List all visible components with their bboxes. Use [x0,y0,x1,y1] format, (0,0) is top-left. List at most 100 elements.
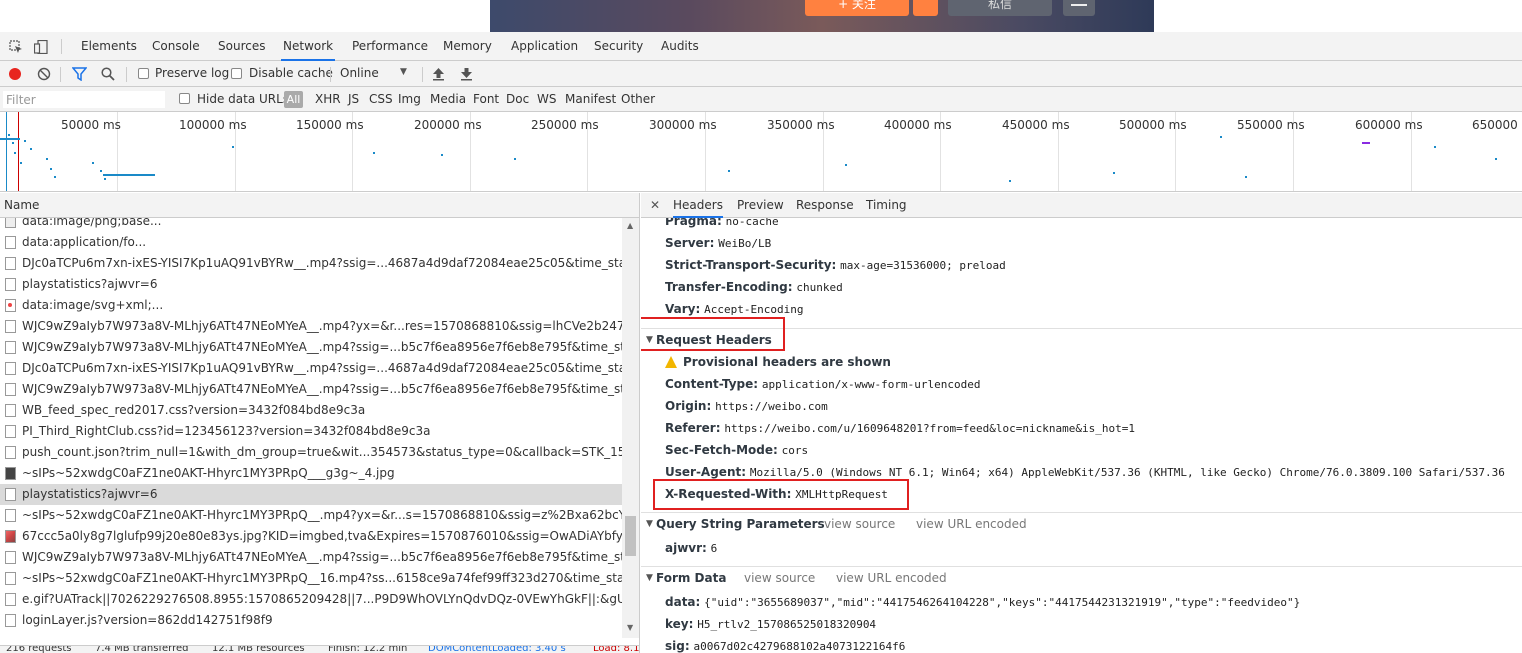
message-button[interactable]: 私信 [948,0,1052,16]
timeline-request-mark [1495,158,1497,160]
chevron-down-icon: ▼ [400,67,407,77]
name-column-header[interactable]: Name [0,193,639,218]
clear-icon[interactable] [37,67,51,81]
form-data-section[interactable]: ▼ Form Data view source view URL encoded [641,566,1522,588]
scroll-up-icon[interactable]: ▲ [627,221,633,230]
request-row[interactable]: WJC9wZ9aIyb7W973a8V-MLhjy6ATt47NEoMYeA__… [0,379,622,400]
preserve-log-checkbox[interactable] [138,68,149,79]
request-row[interactable]: playstatistics?ajwvr=6 [0,484,622,505]
detail-tab-preview[interactable]: Preview [737,193,784,218]
disable-cache-label: Disable cache [249,66,333,80]
form-view-source-link[interactable]: view source [744,567,815,589]
request-name: playstatistics?ajwvr=6 [22,487,158,501]
record-icon[interactable] [8,67,22,81]
close-icon[interactable]: ✕ [650,198,660,212]
type-filter-other[interactable]: Other [621,92,655,106]
type-filter-ws[interactable]: WS [537,92,556,106]
request-row[interactable]: data:application/fo... [0,232,622,253]
timeline-request-mark [46,158,48,160]
request-row[interactable]: DJc0aTCPu6m7xn-ixES-YISI7Kp1uAQ91vBYRw__… [0,358,622,379]
import-har-icon[interactable] [432,67,445,81]
request-row[interactable]: ~sIPs~52xwdgC0aFZ1ne0AKT-Hhyrc1MY3PRpQ__… [0,505,622,526]
request-row[interactable]: WJC9wZ9aIyb7W973a8V-MLhjy6ATt47NEoMYeA__… [0,316,622,337]
file-icon [5,278,16,291]
type-filter-manifest[interactable]: Manifest [565,92,616,106]
type-filter-doc[interactable]: Doc [506,92,529,106]
tab-memory[interactable]: Memory [441,32,494,61]
form-view-url-encoded-link[interactable]: view URL encoded [836,567,947,589]
request-count: 216 requests [6,645,72,653]
tab-security[interactable]: Security [592,32,645,61]
query-string-section[interactable]: ▼ Query String Parameters view source vi… [641,512,1522,534]
type-filter-media[interactable]: Media [430,92,466,106]
tab-performance[interactable]: Performance [350,32,430,61]
timeline-request-mark [24,140,26,142]
tab-console[interactable]: Console [150,32,202,61]
request-row[interactable]: loginLayer.js?version=862dd142751f98f9 [0,610,622,631]
type-filter-font[interactable]: Font [473,92,499,106]
request-list-scrollbar[interactable]: ▲ ▼ [622,218,639,638]
file-icon [5,425,16,438]
request-name: 67ccc5a0ly8g7lglufp99j20e80e83ys.jpg?KID… [22,529,622,543]
scroll-down-icon[interactable]: ▼ [627,623,633,632]
request-row[interactable]: playstatistics?ajwvr=6 [0,274,622,295]
scrollbar-thumb[interactable] [625,516,636,556]
response-header-row: Pragma: no-cache [665,218,779,228]
response-header-value: max-age=31536000; preload [840,259,1006,272]
follow-dropdown-button[interactable] [913,0,938,16]
tab-audits[interactable]: Audits [659,32,701,61]
export-har-icon[interactable] [460,67,473,81]
tab-application[interactable]: Application [509,32,580,61]
request-row[interactable]: push_count.json?trim_null=1&with_dm_grou… [0,442,622,463]
network-overview-timeline[interactable]: 50000 ms 100000 ms 150000 ms 200000 ms 25000… [0,112,1522,192]
query-view-source-link[interactable]: view source [824,513,895,535]
request-name: loginLayer.js?version=862dd142751f98f9 [22,613,273,627]
provisional-warning: Provisional headers are shown [665,355,891,369]
follow-button[interactable]: + 关注 [805,0,909,16]
timeline-request-mark [92,162,94,164]
type-filter-xhr[interactable]: XHR [315,92,341,106]
detail-tab-response[interactable]: Response [796,193,854,218]
inspect-element-icon[interactable] [9,40,23,54]
filter-input[interactable] [2,90,166,109]
network-toolbar: Preserve log Disable cache Online ▼ [0,61,1522,87]
search-icon[interactable] [101,67,115,81]
timeline-request-mark [514,158,516,160]
request-header-key: Content-Type: [665,377,759,391]
request-row[interactable]: e.gif?UATrack||7026229276508.8955:157086… [0,589,622,610]
request-row[interactable]: 67ccc5a0ly8g7lglufp99j20e80e83ys.jpg?KID… [0,526,622,547]
tab-sources[interactable]: Sources [216,32,267,61]
request-row[interactable]: WJC9wZ9aIyb7W973a8V-MLhjy6ATt47NEoMYeA__… [0,547,622,568]
request-list: data:image/png;base... data:application/f… [0,218,622,638]
detail-tab-headers[interactable]: Headers [673,193,723,218]
detail-tab-timing[interactable]: Timing [866,193,907,218]
filter-icon[interactable] [72,67,87,81]
request-row[interactable]: data:image/svg+xml;... [0,295,622,316]
type-filter-all[interactable]: All [284,91,303,108]
request-row[interactable]: PI_Third_RightClub.css?id=123456123?vers… [0,421,622,442]
file-icon [5,404,16,417]
type-filter-img[interactable]: Img [398,92,421,106]
request-row[interactable]: ~sIPs~52xwdgC0aFZ1ne0AKT-Hhyrc1MY3PRpQ__… [0,568,622,589]
type-filter-css[interactable]: CSS [369,92,393,106]
request-row[interactable]: WB_feed_spec_red2017.css?version=3432f08… [0,400,622,421]
request-name: DJc0aTCPu6m7xn-ixES-YISI7Kp1uAQ91vBYRw__… [22,361,622,375]
response-header-row: Transfer-Encoding: chunked [665,280,843,294]
tab-elements[interactable]: Elements [79,32,139,61]
request-row[interactable]: WJC9wZ9aIyb7W973a8V-MLhjy6ATt47NEoMYeA__… [0,337,622,358]
tab-network[interactable]: Network [281,32,336,61]
request-row[interactable]: DJc0aTCPu6m7xn-ixES-YISI7Kp1uAQ91vBYRw__… [0,253,622,274]
timeline-request-mark [441,154,443,156]
request-row[interactable]: data:image/png;base... [0,218,622,232]
query-view-url-encoded-link[interactable]: view URL encoded [916,513,1027,535]
detail-tab-bar: ✕ Headers Preview Response Timing [641,193,1522,218]
form-data-value: {"uid":"3655689037","mid":"4417546264104… [704,596,1301,609]
menu-button[interactable] [1063,0,1095,16]
disable-cache-checkbox[interactable] [231,68,242,79]
request-row[interactable]: ~sIPs~52xwdgC0aFZ1ne0AKT-Hhyrc1MY3PRpQ__… [0,463,622,484]
type-filter-js[interactable]: JS [348,92,359,106]
request-header-row: Sec-Fetch-Mode: cors [665,443,808,457]
throttling-select[interactable]: Online [340,66,379,80]
hide-data-urls-checkbox[interactable] [179,93,190,104]
device-toolbar-icon[interactable] [34,40,48,54]
